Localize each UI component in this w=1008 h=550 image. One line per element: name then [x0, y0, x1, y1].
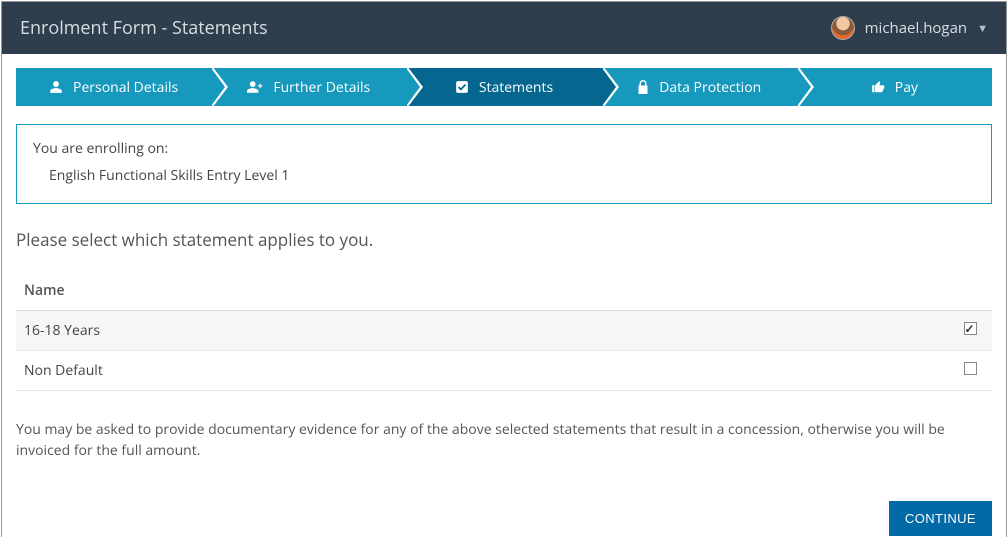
column-header-name: Name — [16, 269, 948, 311]
step-data-protection[interactable]: Data Protection — [602, 68, 797, 106]
step-pay[interactable]: Pay — [797, 68, 992, 106]
table-row: 16-18 Years — [16, 311, 992, 351]
prompt-text: Please select which statement applies to… — [16, 228, 992, 251]
lock-icon — [637, 80, 649, 94]
check-square-icon — [455, 80, 469, 94]
chevron-down-icon: ▼ — [977, 21, 988, 36]
enrolment-label: You are enrolling on: — [33, 139, 975, 158]
user-menu[interactable]: michael.hogan ▼ — [831, 16, 988, 40]
person-plus-icon — [247, 80, 263, 94]
statement-name: Non Default — [16, 351, 948, 391]
step-personal-details[interactable]: Personal Details — [16, 68, 211, 106]
column-header-check — [948, 269, 992, 311]
step-label: Pay — [895, 78, 918, 97]
statements-table: Name 16-18 Years Non Default — [16, 269, 992, 391]
checkbox[interactable] — [964, 322, 977, 335]
page-title: Enrolment Form - Statements — [20, 16, 268, 40]
thumbs-up-icon — [871, 80, 885, 94]
checkbox[interactable] — [964, 362, 977, 375]
user-name: michael.hogan — [865, 18, 967, 38]
step-further-details[interactable]: Further Details — [211, 68, 406, 106]
step-label: Statements — [479, 78, 553, 97]
step-label: Data Protection — [659, 78, 761, 97]
table-row: Non Default — [16, 351, 992, 391]
disclosure-note: You may be asked to provide documentary … — [16, 419, 992, 461]
step-statements[interactable]: Statements — [406, 68, 601, 106]
wizard-steps: Personal Details Further Details Stateme… — [16, 68, 992, 106]
topbar: Enrolment Form - Statements michael.hoga… — [2, 2, 1006, 54]
person-icon — [49, 80, 63, 94]
enrolment-info-box: You are enrolling on: English Functional… — [16, 124, 992, 204]
statement-name: 16-18 Years — [16, 311, 948, 351]
enrolment-course: English Functional Skills Entry Level 1 — [33, 158, 975, 185]
step-label: Further Details — [273, 78, 370, 97]
continue-button[interactable]: CONTINUE — [889, 501, 992, 536]
avatar — [831, 16, 855, 40]
step-label: Personal Details — [73, 78, 178, 97]
